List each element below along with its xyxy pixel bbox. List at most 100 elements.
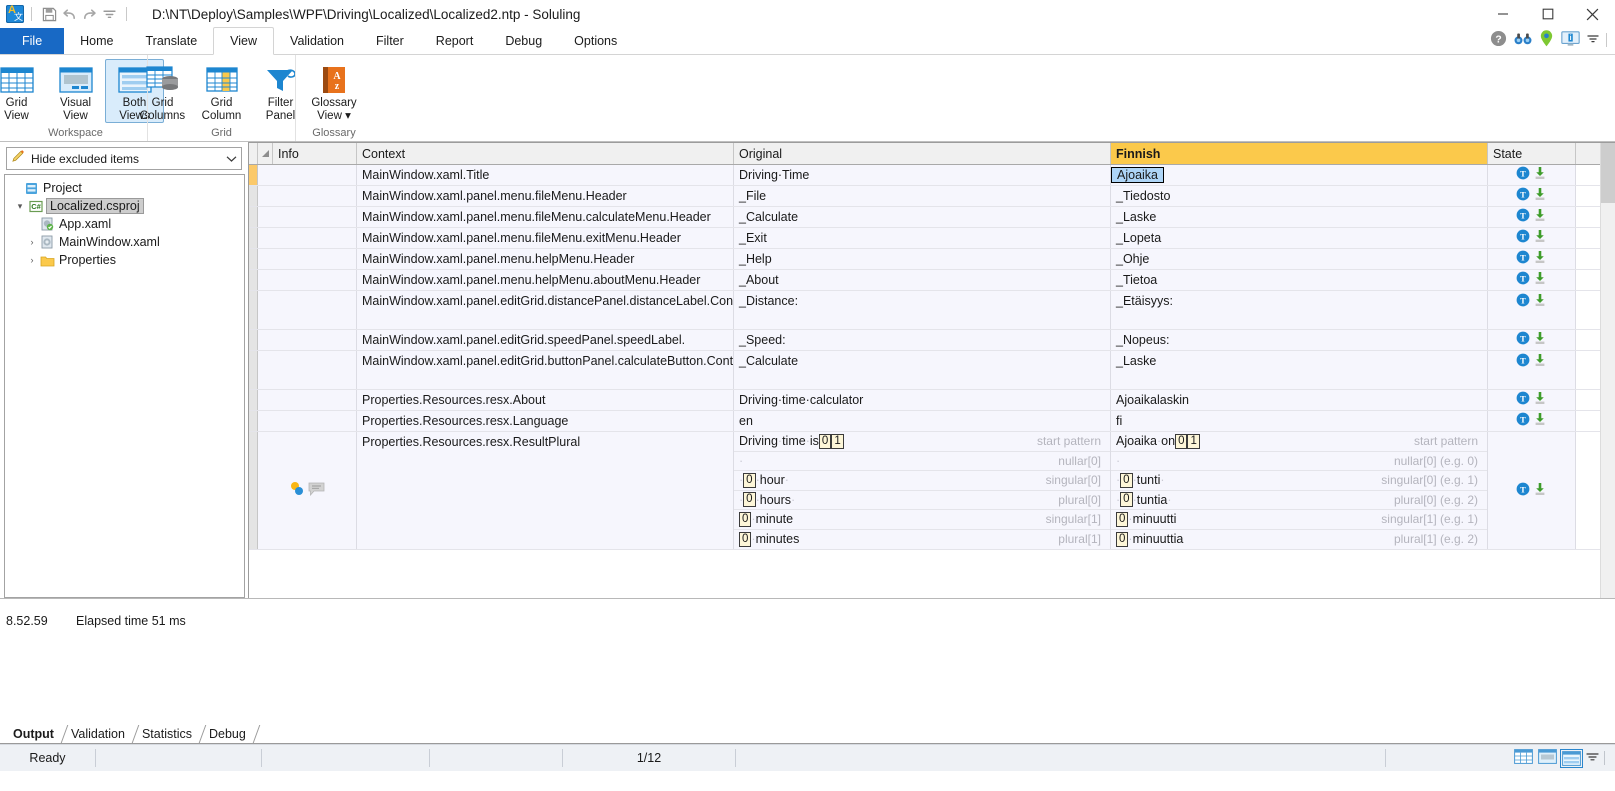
cell-finnish-plural[interactable]: Ajoaika · on 0 1 start pattern · nullar[0] (… [1111,432,1488,549]
cell-original[interactable]: en [734,411,1111,431]
cell-context[interactable]: Properties.Resources.resx.ResultPlural [357,432,734,549]
cell-original[interactable]: _About [734,270,1111,290]
ribbon-tab-home[interactable]: Home [64,28,129,54]
cell-finnish[interactable]: _Nopeus: [1111,330,1488,350]
ribbon-options-dropdown-icon[interactable] [1587,33,1599,48]
tree-item-mainwindow-xaml[interactable]: › MainWindow.xaml [5,233,244,251]
cell-original[interactable]: Driving·Time [734,165,1111,185]
help-icon[interactable]: ? [1490,30,1507,50]
row-marker[interactable] [249,186,258,206]
ribbon-tab-file[interactable]: File [0,28,65,54]
cell-original[interactable]: _Speed: [734,330,1111,350]
both-views-small-icon[interactable] [1560,748,1583,768]
row-marker[interactable] [249,165,258,185]
cell-context[interactable]: MainWindow.xaml.panel.editGrid.speedPane… [357,330,734,350]
tree-item-app-xaml[interactable]: App.xaml [5,215,244,233]
grid-header-sort-corner[interactable] [258,143,273,164]
cell-original[interactable]: _Exit [734,228,1111,248]
ribbon-tab-filter[interactable]: Filter [360,28,420,54]
plural-line[interactable]: · 0 · hour · singular[0] [734,471,1110,491]
translation-grid[interactable]: Info Context Original Finnish State Main… [248,142,1615,598]
grid-header-select-all[interactable] [249,143,258,164]
row-marker[interactable] [249,228,258,248]
cell-context[interactable]: MainWindow.xaml.Title [357,165,734,185]
chevron-down-icon[interactable] [226,152,237,166]
grid-header-info[interactable]: Info [273,143,357,164]
tree-expander[interactable]: › [25,255,39,265]
ribbon-tab-report[interactable]: Report [420,28,490,54]
ribbon-tab-view[interactable]: View [213,27,275,55]
cell-context[interactable]: MainWindow.xaml.panel.editGrid.distanceP… [357,291,734,329]
table-row[interactable]: MainWindow.xaml.panel.menu.helpMenu.Head… [249,249,1615,270]
table-row[interactable]: MainWindow.xaml.panel.editGrid.speedPane… [249,330,1615,351]
grid-header-finnish[interactable]: Finnish [1111,143,1488,164]
cell-finnish[interactable]: _Laske [1111,351,1488,389]
row-marker[interactable] [249,207,258,227]
plural-line[interactable]: 0 · minute singular[1] [734,510,1110,530]
plural-line[interactable]: 0 · minuuttia plural[1] (e.g. 2) [1111,530,1487,550]
table-row[interactable]: MainWindow.xaml.panel.editGrid.distanceP… [249,291,1615,330]
ribbon-tab-validation[interactable]: Validation [274,28,360,54]
grid-view-small-icon[interactable] [1514,749,1533,767]
visual-view-small-icon[interactable] [1538,749,1557,767]
grid-header-context[interactable]: Context [357,143,734,164]
ribbon-tab-options[interactable]: Options [558,28,633,54]
plural-line[interactable]: · nullar[0] [734,452,1110,471]
table-row[interactable]: MainWindow.xaml.Title Driving·Time Ajoai… [249,165,1615,186]
cell-finnish[interactable]: _Lopeta [1111,228,1488,248]
customize-qat-icon[interactable] [99,4,119,24]
cell-finnish[interactable]: Ajoaikalaskin [1111,390,1488,410]
table-row[interactable]: MainWindow.xaml.panel.menu.fileMenu.Head… [249,186,1615,207]
grid-header-state[interactable]: State [1488,143,1576,164]
scrollbar-thumb[interactable] [1601,143,1615,203]
cell-context[interactable]: MainWindow.xaml.panel.editGrid.buttonPan… [357,351,734,389]
cell-context[interactable]: MainWindow.xaml.panel.menu.fileMenu.Head… [357,186,734,206]
row-marker[interactable] [249,390,258,410]
view-dropdown-icon[interactable] [1586,750,1599,766]
cell-finnish[interactable]: _Ohje [1111,249,1488,269]
save-icon[interactable] [39,4,59,24]
cell-finnish[interactable]: _Etäisyys: [1111,291,1488,329]
table-row[interactable]: Properties.Resources.resx.About Driving·… [249,390,1615,411]
filter-dropdown[interactable]: Hide excluded items [6,147,242,170]
location-pin-icon[interactable] [1539,30,1554,50]
cell-context[interactable]: MainWindow.xaml.panel.menu.fileMenu.exit… [357,228,734,248]
ribbon-button-glossary-view[interactable]: Az Glossary View ▾ [302,59,366,123]
tab-validation[interactable]: Validation [64,725,140,743]
cell-finnish[interactable]: _Tiedosto [1111,186,1488,206]
cell-original[interactable]: _Help [734,249,1111,269]
row-marker[interactable] [249,411,258,431]
cell-finnish[interactable]: _Tietoa [1111,270,1488,290]
table-row[interactable]: MainWindow.xaml.panel.editGrid.buttonPan… [249,351,1615,390]
cell-finnish[interactable]: _Laske [1111,207,1488,227]
cell-editor[interactable]: Ajoaika [1111,167,1164,183]
table-row[interactable]: MainWindow.xaml.panel.menu.fileMenu.calc… [249,207,1615,228]
cell-context[interactable]: MainWindow.xaml.panel.menu.helpMenu.abou… [357,270,734,290]
tree-expander[interactable]: › [25,237,39,247]
cell-original[interactable]: _Calculate [734,351,1111,389]
table-row[interactable]: Properties.Resources.resx.Language en fi… [249,411,1615,432]
output-splitter[interactable] [0,598,1615,611]
binoculars-icon[interactable] [1514,31,1532,49]
ribbon-tab-translate[interactable]: Translate [130,28,214,54]
plural-line[interactable]: · 0 · tuntia · plural[0] (e.g. 2) [1111,491,1487,510]
close-button[interactable] [1570,0,1615,28]
plural-line[interactable]: · nullar[0] (e.g. 0) [1111,452,1487,471]
row-marker[interactable] [249,351,258,389]
table-row[interactable]: MainWindow.xaml.panel.menu.fileMenu.exit… [249,228,1615,249]
row-marker[interactable] [249,330,258,350]
cell-original[interactable]: _File [734,186,1111,206]
undo-icon[interactable] [59,4,79,24]
tab-statistics[interactable]: Statistics [135,725,207,743]
tab-output[interactable]: Output [6,725,69,743]
row-marker[interactable] [249,432,258,549]
table-row[interactable]: MainWindow.xaml.panel.menu.helpMenu.abou… [249,270,1615,291]
plural-line[interactable]: · 0 · hours · plural[0] [734,491,1110,510]
cell-original-plural[interactable]: Driving · time · is 0 1 start pattern · nullar… [734,432,1111,549]
cell-original[interactable]: _Distance: [734,291,1111,329]
row-marker[interactable] [249,291,258,329]
minimize-button[interactable] [1480,0,1525,28]
maximize-button[interactable] [1525,0,1570,28]
cell-context[interactable]: Properties.Resources.resx.About [357,390,734,410]
plural-line[interactable]: Driving · time · is 0 1 start pattern [734,432,1110,452]
